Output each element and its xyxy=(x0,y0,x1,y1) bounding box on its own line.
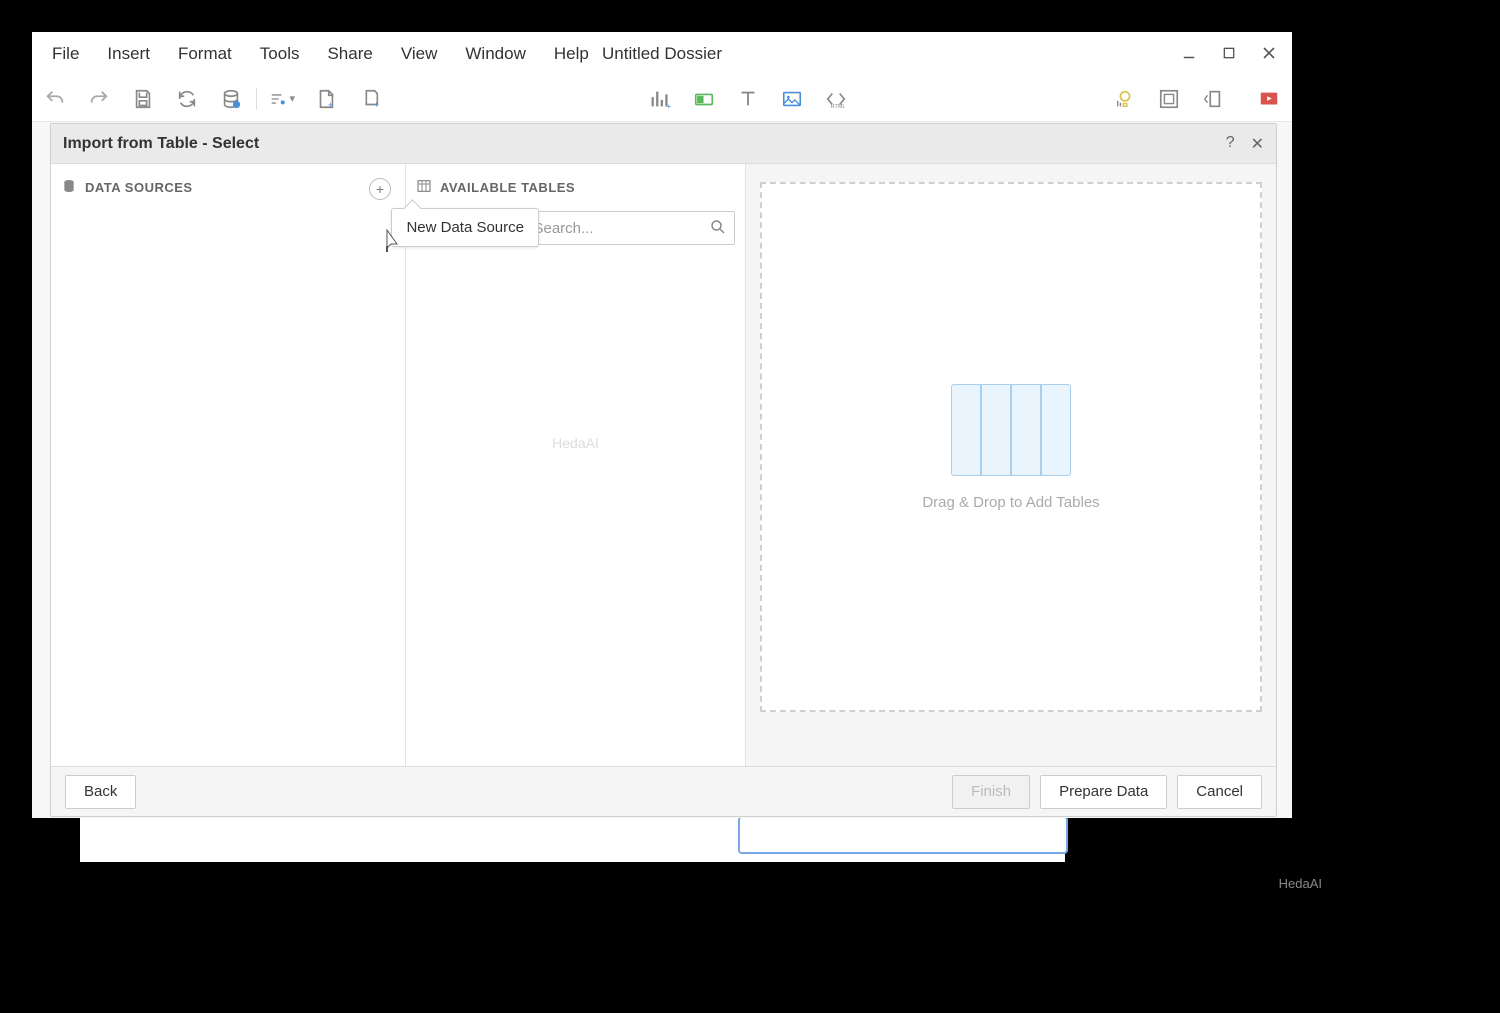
toolbar-separator xyxy=(256,88,257,110)
html-button[interactable]: HTML xyxy=(823,86,849,112)
close-dialog-button[interactable]: ✕ xyxy=(1251,134,1264,154)
drop-zone[interactable]: Drag & Drop to Add Tables xyxy=(760,182,1262,712)
dialog-body: DATA SOURCES + New Data Source AVAILABLE… xyxy=(51,164,1276,766)
menu-insert[interactable]: Insert xyxy=(93,44,164,64)
menu-window[interactable]: Window xyxy=(451,44,539,64)
help-button[interactable]: ? xyxy=(1226,134,1235,154)
add-data-source-button[interactable]: + xyxy=(369,178,391,200)
svg-text:+: + xyxy=(328,100,333,110)
layout-button[interactable] xyxy=(1156,86,1182,112)
data-sources-header: DATA SOURCES xyxy=(61,178,395,197)
background-selected-box xyxy=(738,816,1068,854)
filter-dropdown-button[interactable]: ▾ xyxy=(269,86,295,112)
svg-text:HTML: HTML xyxy=(830,104,845,110)
table-icon xyxy=(416,178,432,197)
database-icon xyxy=(61,178,77,197)
window-controls xyxy=(1174,38,1284,68)
menu-help[interactable]: Help xyxy=(540,44,603,64)
dialog-footer: Back Finish Prepare Data Cancel xyxy=(51,766,1276,816)
watermark: HedaAI xyxy=(416,435,735,451)
menu-share[interactable]: Share xyxy=(313,44,386,64)
menu-view[interactable]: View xyxy=(387,44,452,64)
menu-file[interactable]: File xyxy=(38,44,93,64)
save-button[interactable] xyxy=(130,86,156,112)
text-button[interactable] xyxy=(735,86,761,112)
menu-format[interactable]: Format xyxy=(164,44,246,64)
image-button[interactable] xyxy=(779,86,805,112)
svg-text:+: + xyxy=(666,102,671,110)
window-title: Untitled Dossier xyxy=(602,44,722,64)
toolbar: ▾ + + + HTML xyxy=(32,76,1292,122)
insights-button[interactable] xyxy=(1112,86,1138,112)
duplicate-page-button[interactable]: + xyxy=(357,86,383,112)
available-tables-header: AVAILABLE TABLES xyxy=(416,178,735,197)
cancel-button[interactable]: Cancel xyxy=(1177,775,1262,809)
dialog-header: Import from Table - Select ? ✕ xyxy=(51,124,1276,164)
import-dialog: Import from Table - Select ? ✕ DATA SOUR… xyxy=(50,123,1277,817)
refresh-button[interactable] xyxy=(174,86,200,112)
search-icon xyxy=(709,218,727,241)
menu-tools[interactable]: Tools xyxy=(246,44,314,64)
table-illustration-icon xyxy=(951,384,1071,476)
back-button[interactable]: Back xyxy=(65,775,136,809)
close-window-button[interactable] xyxy=(1254,38,1284,68)
present-button[interactable] xyxy=(1256,86,1282,112)
minimize-button[interactable] xyxy=(1174,38,1204,68)
dialog-title: Import from Table - Select xyxy=(63,135,259,153)
prepare-data-button[interactable]: Prepare Data xyxy=(1040,775,1167,809)
panel-button[interactable] xyxy=(1200,86,1226,112)
data-button[interactable] xyxy=(218,86,244,112)
undo-button[interactable] xyxy=(42,86,68,112)
svg-text:+: + xyxy=(374,100,379,110)
available-tables-label: AVAILABLE TABLES xyxy=(440,180,575,195)
finish-button: Finish xyxy=(952,775,1030,809)
plus-icon: + xyxy=(376,181,384,197)
footer-watermark: HedaAI xyxy=(1279,876,1322,891)
new-data-source-tooltip: New Data Source xyxy=(391,208,539,247)
chart-button[interactable]: + xyxy=(647,86,673,112)
kpi-button[interactable] xyxy=(691,86,717,112)
redo-button[interactable] xyxy=(86,86,112,112)
available-tables-pane: AVAILABLE TABLES HedaAI xyxy=(406,164,746,766)
drop-zone-text: Drag & Drop to Add Tables xyxy=(922,494,1099,511)
maximize-button[interactable] xyxy=(1214,38,1244,68)
add-page-button[interactable]: + xyxy=(313,86,339,112)
data-sources-label: DATA SOURCES xyxy=(85,180,193,195)
data-sources-pane: DATA SOURCES + New Data Source xyxy=(51,164,406,766)
menu-bar: File Insert Format Tools Share View Wind… xyxy=(32,32,1292,76)
drop-zone-pane: Drag & Drop to Add Tables xyxy=(746,164,1276,766)
